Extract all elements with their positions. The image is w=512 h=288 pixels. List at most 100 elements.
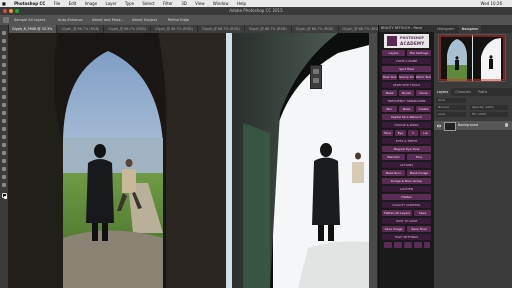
fine-button[interactable]: Fine xyxy=(407,154,431,160)
menu-filter[interactable]: Filter xyxy=(163,0,173,7)
eye-button[interactable]: Eye xyxy=(395,130,406,136)
zoom-tool-icon[interactable] xyxy=(2,183,6,187)
face-button[interactable]: Face xyxy=(382,130,393,136)
one-button[interactable]: 1 xyxy=(408,130,418,136)
patch-tool-button[interactable]: Patch Tool xyxy=(416,74,431,80)
setting-icon-4[interactable] xyxy=(414,242,422,248)
menu-edit[interactable]: Edit xyxy=(69,0,77,7)
clone-button[interactable]: Clone xyxy=(416,90,431,96)
lasso-tool-icon[interactable] xyxy=(2,47,6,51)
healing-brush-tool-icon[interactable] xyxy=(2,79,6,83)
document-tab-active[interactable]: Glyph_8_3906 @ 33.3% xyxy=(8,25,58,33)
digital-face-retouch-button[interactable]: Digital Face Retouch xyxy=(382,114,431,120)
option-refine-edge[interactable]: Refine Edge xyxy=(168,15,189,25)
pen-tool-icon[interactable] xyxy=(2,143,6,147)
document-tab[interactable]: Glyph_@ 66.7% (RGB) xyxy=(198,25,245,33)
menu-view[interactable]: View xyxy=(195,0,205,7)
type-tool-icon[interactable] xyxy=(2,151,6,155)
path-select-tool-icon[interactable] xyxy=(2,159,6,163)
gradient-tool-icon[interactable] xyxy=(2,119,6,123)
flatten-button[interactable]: Flatten xyxy=(382,194,431,200)
document-tab[interactable]: Glyph_@ 66.7% (RGB) xyxy=(292,25,339,33)
spot-heal-button[interactable]: Spot Heal xyxy=(382,66,431,72)
flatten-all-layers-button[interactable]: Flatten All Layers xyxy=(382,210,412,216)
eyedropper-tool-icon[interactable] xyxy=(2,71,6,75)
save-image-button[interactable]: Save Image xyxy=(382,226,405,232)
history-brush-tool-icon[interactable] xyxy=(2,103,6,107)
hand-tool-icon[interactable] xyxy=(2,175,6,179)
zoom-window-icon[interactable] xyxy=(15,9,19,13)
section-selective-tools: SELECTIVE TOOLS xyxy=(382,82,431,88)
menu-3d[interactable]: 3D xyxy=(181,0,187,7)
save-final-button[interactable]: Save Final xyxy=(407,226,431,232)
close-window-icon[interactable] xyxy=(3,9,7,13)
menu-window[interactable]: Window xyxy=(213,0,229,7)
dodge-tool-icon[interactable] xyxy=(2,135,6,139)
history-icon[interactable] xyxy=(313,69,319,74)
blemish-button[interactable]: Blemish xyxy=(382,154,405,160)
tab-histogram[interactable]: Histogram xyxy=(434,25,458,33)
tab-channels[interactable]: Channels xyxy=(452,88,474,96)
document-tab[interactable]: Glyph_@ 66.7% (RGB) xyxy=(245,25,292,33)
mask-burn-button[interactable]: Mask Burn xyxy=(382,170,405,176)
visibility-eye-icon[interactable] xyxy=(437,123,441,128)
minimize-window-icon[interactable] xyxy=(9,9,13,13)
crop-tool-icon[interactable] xyxy=(2,63,6,67)
menu-type[interactable]: Type xyxy=(125,0,134,7)
tab-layers[interactable]: Layers xyxy=(434,88,452,96)
properties-icon[interactable] xyxy=(313,78,319,83)
document-tab[interactable]: Glyph_@ 66.7% (RGB) xyxy=(151,25,198,33)
opacity-field[interactable]: Opacity: 100% xyxy=(470,105,508,110)
menu-help[interactable]: Help xyxy=(237,0,246,7)
blur-button[interactable]: Blur xyxy=(382,106,397,112)
layer-row-background[interactable]: Background xyxy=(434,121,512,131)
brush-tool-icon[interactable] xyxy=(2,87,6,91)
save-button[interactable]: Save xyxy=(414,210,431,216)
mask-button[interactable]: Mask xyxy=(382,90,397,96)
layers-button[interactable]: Layers xyxy=(382,50,405,56)
tab-navigator[interactable]: Navigator xyxy=(458,25,482,33)
document-tab[interactable]: Glyph_@ 66.7% (RGB) xyxy=(104,25,152,33)
brush-button[interactable]: Brush xyxy=(399,90,414,96)
apple-icon[interactable]: ■ xyxy=(2,0,6,7)
setting-icon-1[interactable] xyxy=(384,242,392,248)
tool-preset-icon[interactable] xyxy=(3,17,9,23)
setting-icon-3[interactable] xyxy=(404,242,412,248)
layer-filter-kind[interactable]: Kind xyxy=(436,98,466,103)
eraser-tool-icon[interactable] xyxy=(2,111,6,115)
create-button[interactable]: Create xyxy=(416,106,431,112)
plugin-header: BEAUTY RETOUCH - Panel xyxy=(379,25,434,32)
heal-tool-button[interactable]: Heal Tool xyxy=(382,74,397,80)
setting-icon-5[interactable] xyxy=(424,242,430,248)
blur-tool-icon[interactable] xyxy=(2,127,6,131)
background-color-swatch[interactable] xyxy=(4,196,7,199)
move-tool-icon[interactable] xyxy=(2,31,6,35)
option-auto-enhance[interactable]: Auto-Enhance xyxy=(58,15,83,25)
menu-app-name[interactable]: Photoshop CC xyxy=(14,0,45,7)
fill-field[interactable]: Fill: 100% xyxy=(470,112,508,117)
stamp-tool-button[interactable]: Stamp Tool xyxy=(399,74,414,80)
option-select-and-mask[interactable]: Select and Mask... xyxy=(92,15,124,25)
lip-button[interactable]: Lip xyxy=(420,130,431,136)
magical-eye-tone-button[interactable]: Magical Eye Tone xyxy=(382,146,431,152)
blend-mode-select[interactable]: Normal xyxy=(436,105,466,110)
file-settings-button[interactable]: File Settings xyxy=(407,50,431,56)
menu-image[interactable]: Image xyxy=(85,0,98,7)
menu-file[interactable]: File xyxy=(54,0,61,7)
mask-button-2[interactable]: Mask xyxy=(399,106,414,112)
quick-select-tool-icon[interactable] xyxy=(2,55,6,59)
option-sample-all-layers[interactable]: Sample All Layers xyxy=(14,15,45,25)
navigator-thumbnail[interactable] xyxy=(438,34,506,82)
option-select-subject[interactable]: Select Subject xyxy=(132,15,157,25)
menu-select[interactable]: Select xyxy=(142,0,154,7)
setting-icon-2[interactable] xyxy=(394,242,402,248)
shape-tool-icon[interactable] xyxy=(2,167,6,171)
document-tab[interactable]: Glyph_@ 66.7% (RGB) xyxy=(57,25,105,33)
clone-stamp-tool-icon[interactable] xyxy=(2,95,6,99)
lock-controls[interactable]: Lock: xyxy=(436,112,466,117)
dodge-burn-group-button[interactable]: Dodge & Burn Group xyxy=(382,178,431,184)
mask-dodge-button[interactable]: Mask Dodge xyxy=(407,170,431,176)
marquee-tool-icon[interactable] xyxy=(2,39,6,43)
menu-layer[interactable]: Layer xyxy=(105,0,116,7)
tab-paths[interactable]: Paths xyxy=(475,88,490,96)
